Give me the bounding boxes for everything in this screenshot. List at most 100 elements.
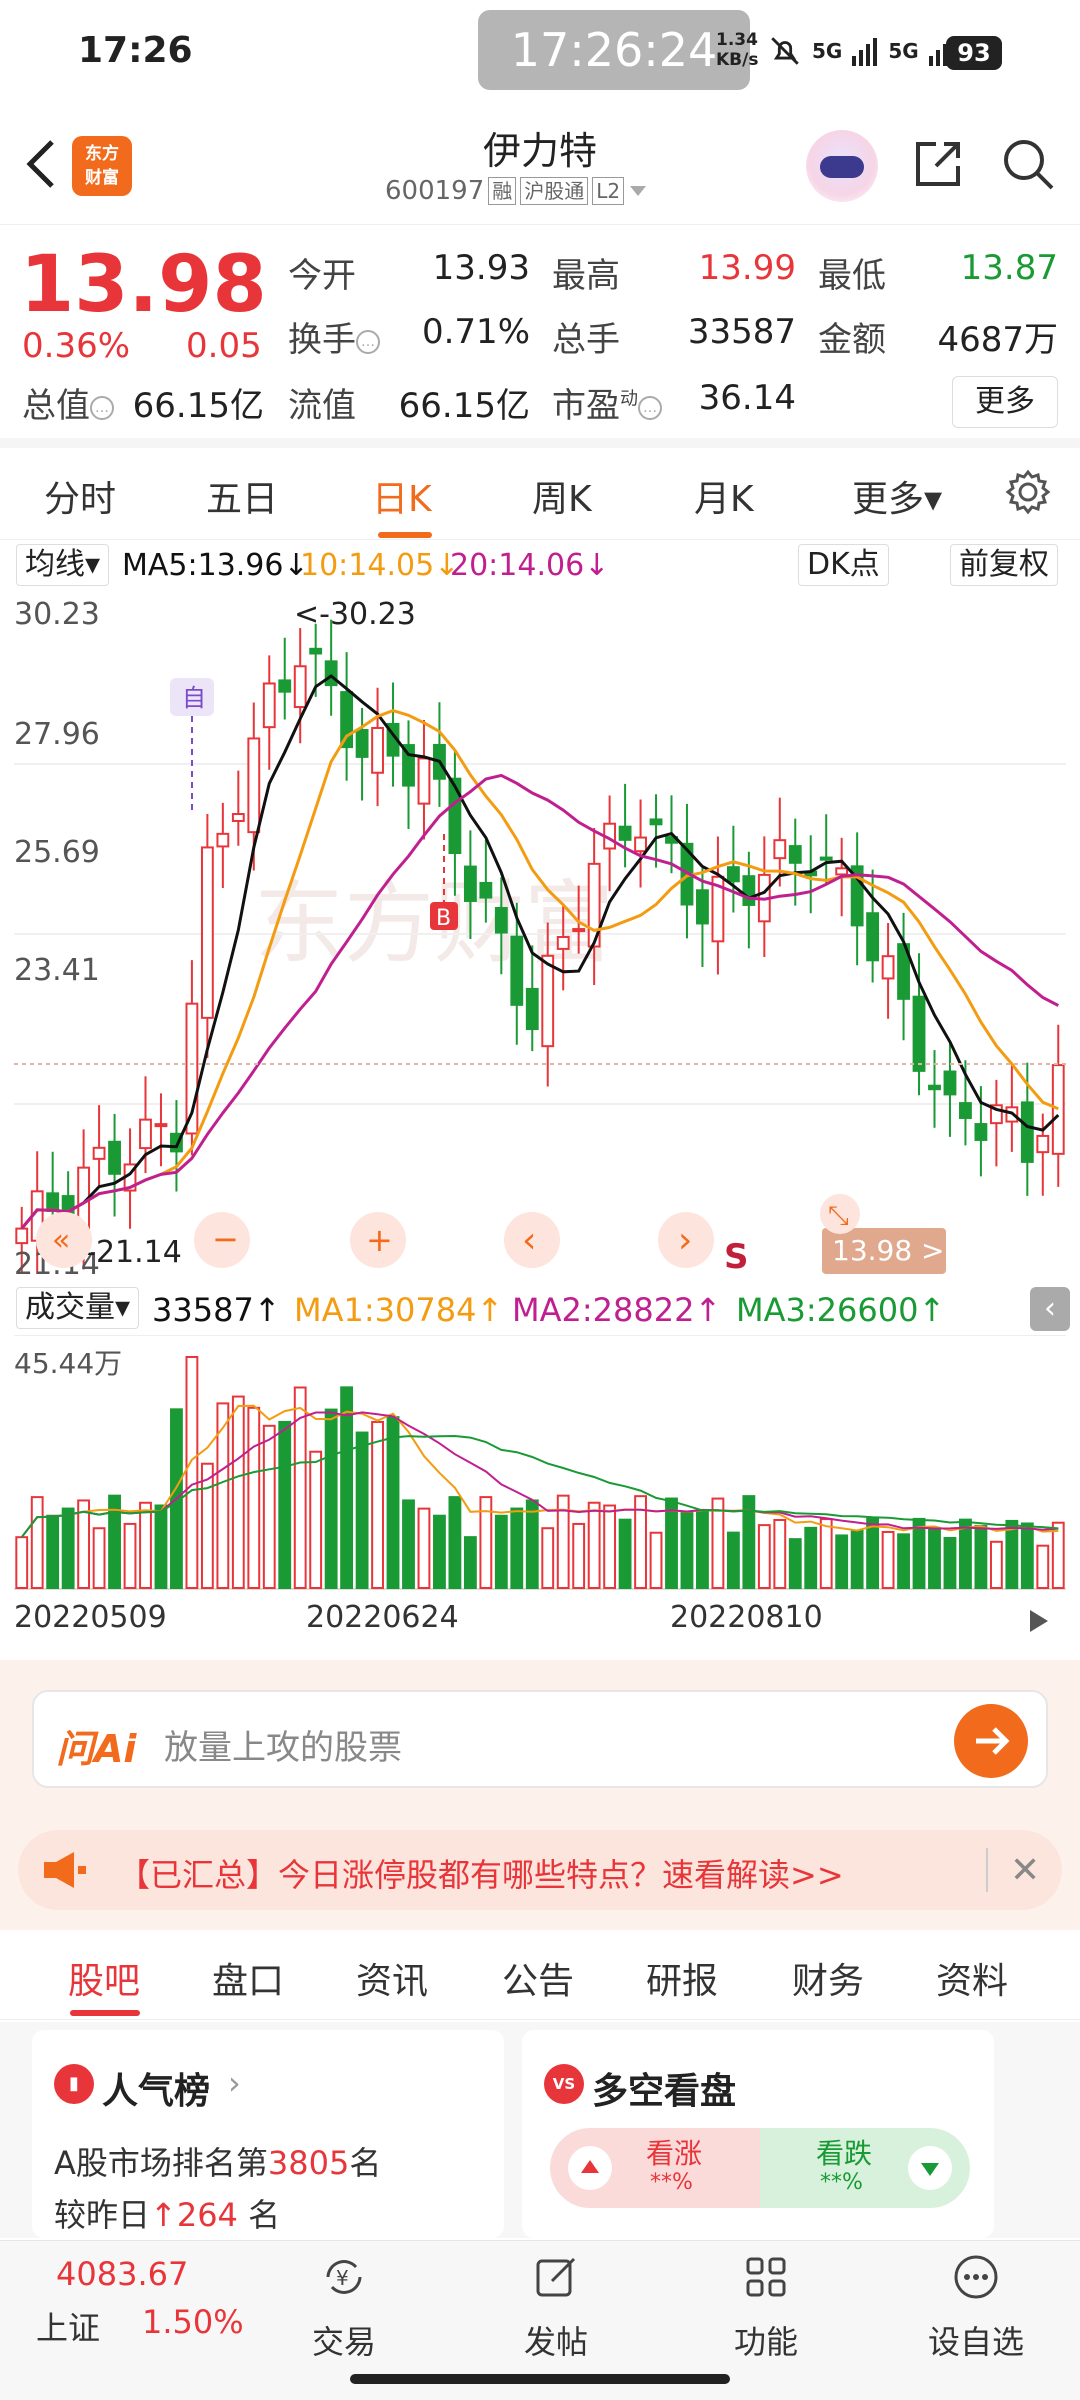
kline-svg: 东方财富 30.23 27.96 25.69 23.41 21.14 <-30.… bbox=[14, 597, 1066, 1287]
net-speed: 1.34 KB/s bbox=[716, 30, 758, 70]
volume-bar bbox=[541, 1527, 555, 1589]
candle-body bbox=[46, 1192, 60, 1212]
zi-marker[interactable]: 自 bbox=[182, 684, 206, 712]
bull-label: 看涨 bbox=[646, 2137, 703, 2170]
volume-bar bbox=[603, 1504, 617, 1589]
net-speed-unit: KB/s bbox=[716, 50, 759, 70]
sentiment-card[interactable]: VS 多空看盘 看涨 **% 看跌 **% bbox=[522, 2030, 994, 2238]
tab-daily-k[interactable]: 日K bbox=[372, 470, 432, 522]
tab-news[interactable]: 资讯 bbox=[356, 1952, 428, 2004]
index-value[interactable]: 4083.67 bbox=[56, 2255, 188, 2293]
popularity-card[interactable]: ▮ 人气榜 › A股市场排名第3805名 较昨日↑264 名 bbox=[32, 2030, 504, 2238]
period-tabs: 分时 五日 日K 周K 月K 更多▾ bbox=[0, 448, 1080, 540]
volume-bar bbox=[463, 1536, 477, 1589]
candle-body bbox=[556, 935, 570, 950]
vote-bear[interactable]: 看跌 **% bbox=[760, 2128, 970, 2208]
play-arrow-icon[interactable] bbox=[1026, 1606, 1052, 1636]
tab-weekly-k[interactable]: 周K bbox=[532, 470, 592, 522]
nav-post-label: 发帖 bbox=[523, 2323, 588, 2361]
tab-more[interactable]: 更多▾ bbox=[852, 470, 942, 522]
date-label-3: 20220810 bbox=[670, 1600, 823, 1635]
index-name[interactable]: 上证 bbox=[36, 2303, 100, 2349]
notice-text[interactable]: 【已汇总】今日涨停股都有哪些特点？速看解读>> bbox=[118, 1850, 844, 1896]
candle-body bbox=[1036, 1134, 1050, 1154]
vote-bull[interactable]: 看涨 **% bbox=[550, 2128, 760, 2208]
info-icon[interactable]: … bbox=[356, 329, 380, 354]
search-icon[interactable] bbox=[1000, 136, 1056, 192]
kline-chart[interactable]: 东方财富 30.23 27.96 25.69 23.41 21.14 <-30.… bbox=[14, 594, 1066, 1287]
connect-tag: 沪股通 bbox=[520, 177, 589, 205]
volume-label: 总手 bbox=[552, 320, 620, 360]
high-marker: <-30.23 bbox=[294, 597, 416, 632]
volume-bar bbox=[726, 1531, 740, 1589]
indicator-selector[interactable]: 均线▾ bbox=[16, 544, 110, 586]
ai-go-button[interactable] bbox=[954, 1704, 1028, 1778]
tab-intraday[interactable]: 分时 bbox=[44, 470, 116, 522]
dk-point-button[interactable]: DK点 bbox=[798, 544, 889, 586]
volume-bar bbox=[1005, 1519, 1019, 1590]
pe-sup: 动 bbox=[620, 388, 638, 410]
mktcap-value: 66.15亿 bbox=[132, 386, 264, 426]
volume-max-label: 45.44万 bbox=[14, 1347, 122, 1380]
volume-bar bbox=[525, 1499, 539, 1589]
tab-pankou[interactable]: 盘口 bbox=[212, 1952, 284, 2004]
volume-chart[interactable]: 45.44万 bbox=[14, 1334, 1066, 1590]
candle-body bbox=[974, 1123, 988, 1141]
candle-body bbox=[293, 665, 307, 709]
current-price-tag[interactable]: 13.98 > bbox=[832, 1234, 945, 1267]
delta-value: ↑264 bbox=[150, 2196, 238, 2234]
pe-label-text: 市盈 bbox=[552, 386, 620, 426]
stock-header: 东方 财富 伊力特 600197 融 沪股通 L2 bbox=[0, 110, 1080, 225]
volume-bar bbox=[402, 1499, 415, 1589]
tab-research[interactable]: 研报 bbox=[646, 1952, 718, 2004]
candle-body bbox=[742, 875, 756, 906]
tab-finance[interactable]: 财务 bbox=[792, 1952, 864, 2004]
vol-ma3: MA3:26600↑ bbox=[736, 1291, 946, 1329]
volume-bar bbox=[30, 1496, 44, 1589]
fq-restore-button[interactable]: 前复权 bbox=[950, 544, 1058, 586]
share-icon[interactable] bbox=[910, 136, 966, 192]
candle-body bbox=[1020, 1101, 1034, 1163]
volume-current: 33587↑ bbox=[152, 1291, 281, 1329]
tab-announcements[interactable]: 公告 bbox=[502, 1952, 574, 2004]
candle-body bbox=[278, 679, 292, 693]
notice-banner[interactable]: 【已汇总】今日涨停股都有哪些特点？速看解读>> ✕ bbox=[18, 1830, 1062, 1910]
delta-suffix: 名 bbox=[248, 2196, 281, 2234]
notice-close-icon[interactable]: ✕ bbox=[1010, 1850, 1040, 1891]
info-icon[interactable]: … bbox=[638, 395, 662, 420]
tab-monthly-k[interactable]: 月K bbox=[694, 470, 754, 522]
s-marker[interactable]: S bbox=[724, 1237, 749, 1277]
info-icon[interactable]: … bbox=[90, 395, 114, 420]
volume-bar bbox=[680, 1511, 694, 1589]
nav-add-watchlist[interactable]: 设自选 bbox=[916, 2251, 1036, 2363]
more-button[interactable]: 更多 bbox=[952, 376, 1058, 428]
candle-body bbox=[541, 954, 555, 1048]
nav-functions[interactable]: 功能 bbox=[706, 2251, 826, 2363]
gear-icon[interactable] bbox=[1004, 468, 1052, 516]
tab-guba[interactable]: 股吧 bbox=[68, 1952, 140, 2004]
volume-svg: 45.44万 bbox=[14, 1334, 1066, 1590]
tab-active-underline bbox=[378, 532, 432, 538]
volume-bar bbox=[371, 1420, 384, 1589]
ai-robot-icon[interactable] bbox=[806, 130, 878, 202]
sentiment-title: 多空看盘 bbox=[592, 2071, 737, 2112]
volume-bar bbox=[912, 1517, 926, 1589]
index-pct[interactable]: 1.50% bbox=[142, 2303, 244, 2341]
volume-bar bbox=[835, 1534, 849, 1590]
stock-code-row[interactable]: 600197 融 沪股通 L2 bbox=[385, 176, 648, 206]
volume-bar bbox=[494, 1514, 508, 1589]
tab-profile[interactable]: 资料 bbox=[936, 1952, 1008, 2004]
b-marker[interactable]: B bbox=[436, 906, 451, 931]
tab-5day[interactable]: 五日 bbox=[206, 470, 278, 522]
ai-search-placeholder[interactable]: 放量上攻的股票 bbox=[164, 1720, 402, 1769]
ai-search-box[interactable]: 问Ai 放量上攻的股票 bbox=[32, 1690, 1048, 1788]
collapse-panel-button[interactable]: ‹ bbox=[1030, 1287, 1070, 1331]
volume-bar bbox=[185, 1356, 199, 1589]
nav-trade[interactable]: ¥ 交易 bbox=[284, 2251, 404, 2363]
more-dots-icon bbox=[954, 2255, 998, 2299]
signal-label-1: 5G bbox=[812, 39, 843, 63]
vs-icon: VS bbox=[544, 2064, 584, 2104]
volume-selector[interactable]: 成交量▾ bbox=[16, 1287, 140, 1329]
nav-post[interactable]: 发帖 bbox=[496, 2251, 616, 2363]
popularity-title: 人气榜 bbox=[102, 2071, 211, 2112]
